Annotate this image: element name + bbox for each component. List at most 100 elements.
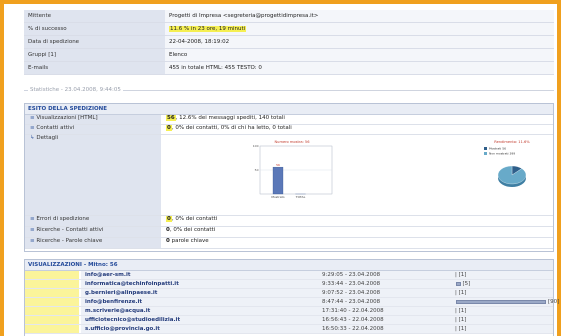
info-key: Data di spedizione (24, 35, 165, 49)
row-marker (25, 271, 79, 279)
info-key: E-mails (24, 61, 165, 75)
panel-title: VISUALIZZAZIONI - Mitno: 56 (25, 260, 553, 271)
bar-data-label: 56 (276, 163, 280, 167)
row-marker (25, 298, 79, 306)
info-key: Gruppi [1] (24, 48, 165, 62)
list-item[interactable]: info@aer-sm.it 9:29:05 - 23.04.2008 | [1] (25, 271, 553, 280)
view-timestamp: 8:47:44 - 23.04.2008 (322, 299, 381, 305)
y-tick-label: 50 (255, 168, 259, 172)
info-row-success: % di successo 11.6 % in 23 ore, 19 minut… (24, 22, 554, 36)
stat-row-search-keywords[interactable]: ≡ Ricerche - Parole chiave 0 parole chia… (25, 238, 553, 249)
recipient-email[interactable]: ufficiotecnico@studioedilizia.it (85, 317, 180, 323)
stat-label: Ricerche - Parole chiave (36, 238, 103, 244)
yield-pie-chart: Rendimento: 11.6% Mostrati 56 Non mostra… (484, 140, 530, 187)
info-table: Mittente Progetti di Impresa <segreteria… (24, 10, 554, 75)
delivery-outcome-panel: ESITO DELLA SPEDIZIONE ≡ Visualizzazioni… (24, 103, 554, 252)
stat-text: , 12.6% dei messaggi spediti, 140 totali (175, 115, 285, 121)
list-item[interactable]: g.bernieri@alinpaese.it 9:07:52 - 23.04.2… (25, 289, 553, 298)
views-list-panel: VISUALIZZAZIONI - Mitno: 56 info@aer-sm.… (24, 259, 559, 336)
list-item[interactable]: ufficiotecnico@studioedilizia.it 16:56:43… (25, 316, 553, 325)
row-marker (25, 316, 79, 324)
stat-text: , 0% dei contatti (171, 216, 218, 222)
row-marker (25, 325, 79, 333)
info-value: Elenco (165, 48, 554, 62)
x-tick-label: TOTAL (295, 195, 306, 199)
stat-row-views[interactable]: ≡ Visualizzazioni [HTML] 56, 12.6% dei m… (25, 115, 553, 125)
click-count: | [1] (455, 307, 467, 314)
click-count: | [1] (455, 289, 467, 296)
info-row-emails: E-mails 455 in totale HTML: 455 TESTO: 0 (24, 61, 554, 75)
click-count-label[interactable]: [1] (459, 290, 467, 296)
stat-label: Visualizzazioni [HTML] (36, 115, 98, 121)
view-timestamp: 9:29:05 - 23.04.2008 (322, 272, 381, 278)
stat-text: parole chiave (169, 238, 209, 244)
bar-chart-title: Numero mostra: 56 (274, 140, 310, 144)
row-marker (25, 289, 79, 297)
view-timestamp: 16:50:33 - 22.04.2008 (322, 326, 384, 332)
bar-mostrato (272, 166, 284, 195)
recipient-email[interactable]: info@benfirenze.it (85, 299, 142, 305)
stat-label: Ricerche - Contatti attivi (36, 227, 104, 233)
info-row-sender: Mittente Progetti di Impresa <segreteria… (24, 10, 554, 23)
click-count-label[interactable]: [1] (459, 272, 467, 278)
click-count: | [1] (455, 271, 467, 278)
stat-row-search-contacts[interactable]: ≡ Ricerche - Contatti attivi 0, 0% dei c… (25, 227, 553, 238)
row-marker (25, 307, 79, 315)
pie-chart-title: Rendimento: 11.6% (494, 140, 530, 144)
click-count-label[interactable]: [1] (459, 308, 467, 314)
info-value: Progetti di Impresa <segreteria@progetti… (165, 10, 554, 23)
stats-separator: Statistiche - 23.04.2008, 9:44:05 (24, 87, 554, 93)
row-marker (25, 280, 79, 288)
stat-label: Errori di spedizione (36, 216, 90, 222)
details-charts: Numero mostra: 56 100 50 56 Mostrato TOTAL … (162, 135, 553, 215)
bar-chart-grid: 100 50 (253, 144, 333, 195)
stat-row-details: ↳ Dettagli Numero mostra: 56 100 50 56 Mos… (25, 135, 553, 216)
stat-label: Dettagli (36, 135, 59, 141)
legend-swatch-shown (484, 147, 487, 150)
stats-separator-label: Statistiche - 23.04.2008, 9:44:05 (28, 87, 123, 93)
click-bar (456, 300, 546, 304)
click-count: [5] (463, 281, 471, 287)
recipient-email[interactable]: m.scriverie@acqua.it (85, 308, 150, 314)
pie-slice-1 (497, 165, 527, 185)
stat-text: , 0% dei contatti, 0% di chi ha letto, 0… (171, 125, 292, 131)
click-count: | [1] (455, 316, 467, 323)
stat-text: , 0% dei contatti (169, 227, 216, 233)
recipient-email[interactable]: info@aer-sm.it (85, 272, 131, 278)
recipient-email[interactable]: g.bernieri@alinpaese.it (85, 290, 157, 296)
info-key: % di successo (24, 22, 165, 36)
info-value: 455 in totale HTML: 455 TESTO: 0 (165, 61, 554, 75)
x-tick-label: Mostrato (271, 195, 284, 199)
list-item[interactable]: s.ufficio@provincia.go.it 16:50:33 - 22.0… (25, 325, 553, 334)
stat-label: Contatti attivi (36, 125, 75, 131)
info-value: 22-04-2008, 18:19:02 (165, 35, 554, 49)
stat-number: 56 (166, 115, 176, 121)
click-count-label[interactable]: [1] (459, 317, 467, 323)
pie-slices (497, 165, 527, 187)
stat-row-active-contacts[interactable]: ≡ Contatti attivi 0, 0% dei contatti, 0%… (25, 125, 553, 135)
stat-row-errors[interactable]: ≡ Errori di spedizione 0, 0% dei contatt… (25, 216, 553, 227)
legend-not-shown: Non mostrati 399 (489, 152, 515, 156)
view-timestamp: 9:07:52 - 23.04.2008 (322, 290, 381, 296)
info-row-date: Data di spedizione 22-04-2008, 18:19:02 (24, 35, 554, 49)
view-timestamp: 16:56:43 - 22.04.2008 (322, 317, 384, 323)
success-rate-highlight: 11.6 % in 23 ore, 19 minuti (169, 26, 247, 32)
legend-shown: Mostrati 56 (489, 147, 506, 151)
views-bar-chart: Numero mostra: 56 100 50 56 Mostrato TOTAL (253, 140, 333, 199)
info-key: Mittente (24, 10, 165, 23)
click-bar (456, 282, 461, 286)
recipient-email[interactable]: informatica@techinfoinpatti.it (85, 281, 179, 287)
panel-title: ESITO DELLA SPEDIZIONE (25, 104, 553, 115)
recipient-email[interactable]: s.ufficio@provincia.go.it (85, 326, 160, 332)
click-count: [90] (548, 299, 559, 305)
info-row-groups: Gruppi [1] Elenco (24, 48, 554, 62)
click-count-label[interactable]: [90] (548, 299, 559, 305)
click-count: | [1] (455, 325, 467, 332)
click-count-label[interactable]: [5] (463, 281, 471, 287)
view-timestamp: 9:33:44 - 23.04.2008 (322, 281, 381, 287)
list-item[interactable]: info@benfirenze.it 8:47:44 - 23.04.2008 [9… (25, 298, 559, 307)
list-item[interactable]: m.scriverie@acqua.it 17:31:40 - 22.04.200… (25, 307, 553, 316)
list-item[interactable]: informatica@techinfoinpatti.it 9:33:44 - … (25, 280, 553, 289)
y-tick-label: 100 (253, 144, 259, 148)
click-count-label[interactable]: [1] (459, 326, 467, 332)
